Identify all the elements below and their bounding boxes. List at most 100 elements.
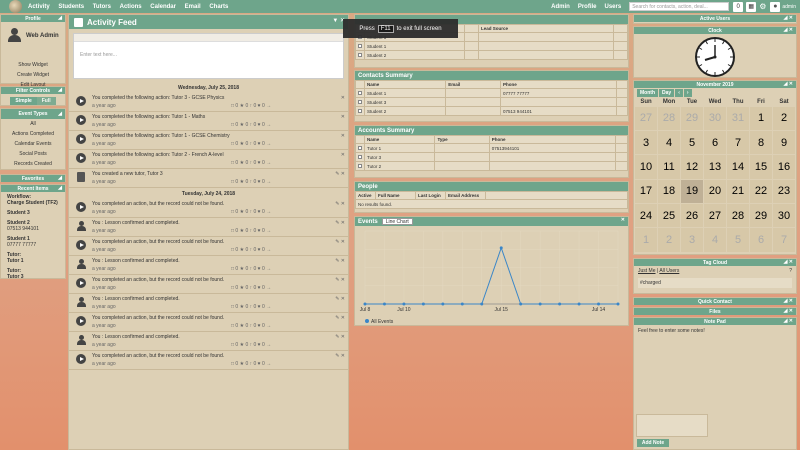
edit-delete-icons[interactable]: ✎ ✕ xyxy=(335,296,345,302)
note-input[interactable] xyxy=(636,414,708,437)
entry-actions[interactable]: □ 0 ★ 0 ↑ 0 ♥ 0 → xyxy=(231,304,271,310)
calendar-day[interactable]: 29 xyxy=(680,105,704,131)
calendar-day[interactable]: 18 xyxy=(657,178,681,205)
recent-item[interactable]: Tutor: Tutor 1 xyxy=(1,250,65,266)
feed-entry[interactable]: You completed the following action: Tuto… xyxy=(69,93,348,112)
nav-tutors[interactable]: Tutors xyxy=(93,4,111,10)
nav-profile[interactable]: Profile xyxy=(578,4,597,10)
entry-actions[interactable]: □ 0 ★ 0 ↑ 0 ♥ 0 → xyxy=(231,209,271,215)
calendar-day[interactable]: 24 xyxy=(634,203,658,229)
feed-entry[interactable]: You completed an action, but the record … xyxy=(69,313,348,332)
calendar-day[interactable]: 1 xyxy=(749,105,773,131)
simple-filter-button[interactable]: Simple xyxy=(10,97,37,105)
calendar-day[interactable]: 4 xyxy=(703,227,727,253)
event-type-social-posts[interactable]: Social Posts xyxy=(1,149,65,159)
event-type-all[interactable]: All xyxy=(1,119,65,129)
calendar-day[interactable]: 19 xyxy=(680,178,704,205)
nav-charts[interactable]: Charts xyxy=(209,4,228,10)
calendar-day[interactable]: 21 xyxy=(726,178,750,205)
calendar-day[interactable]: 27 xyxy=(703,203,727,229)
nav-email[interactable]: Email xyxy=(185,4,201,10)
calendar-day[interactable]: 1 xyxy=(634,227,658,253)
calendar-day[interactable]: 6 xyxy=(703,129,727,156)
entry-actions[interactable]: □ 0 ★ 0 ↑ 0 ♥ 0 → xyxy=(231,122,271,128)
calendar-day[interactable]: 30 xyxy=(772,203,796,229)
entry-actions[interactable]: □ 0 ★ 0 ↑ 0 ♥ 0 → xyxy=(231,266,271,272)
calendar-day[interactable]: 13 xyxy=(703,154,727,180)
table-row[interactable]: Tutor 2 xyxy=(355,161,629,171)
calendar-day[interactable]: 28 xyxy=(726,203,750,229)
delete-icon[interactable]: ✕ xyxy=(341,114,345,120)
entry-actions[interactable]: □ 0 ★ 0 ↑ 0 ♥ 0 → xyxy=(231,160,271,166)
post-composer[interactable]: Enter text here... xyxy=(73,33,344,79)
minimize-icon[interactable]: ◢ ✕ xyxy=(784,81,793,87)
calendar-day[interactable]: 2 xyxy=(772,105,796,131)
edit-delete-icons[interactable]: ✎ ✕ xyxy=(335,220,345,226)
calendar-day[interactable]: 6 xyxy=(749,227,773,253)
calendar-day[interactable]: 12 xyxy=(680,154,704,180)
feed-entry[interactable]: You completed an action, but the record … xyxy=(69,199,348,218)
calendar-day[interactable]: 2 xyxy=(657,227,681,253)
help-icon[interactable]: ? xyxy=(789,268,792,274)
edit-delete-icons[interactable]: ✎ ✕ xyxy=(335,277,345,283)
notifications-badge[interactable]: 0 xyxy=(733,1,744,12)
nav-activity[interactable]: Activity xyxy=(28,4,50,10)
calendar-day[interactable]: 5 xyxy=(680,129,704,156)
add-note-button[interactable]: Add Note xyxy=(637,439,669,447)
just-me-link[interactable]: Just Me xyxy=(638,268,656,274)
calendar-day[interactable]: 10 xyxy=(634,154,658,180)
calendar-day[interactable]: 29 xyxy=(749,203,773,229)
feed-entry[interactable]: You completed an action, but the record … xyxy=(69,237,348,256)
table-row[interactable]: Tutor 1 07513944101 xyxy=(355,143,629,153)
nav-admin[interactable]: Admin xyxy=(551,4,570,10)
table-row[interactable]: Student 1 xyxy=(355,41,628,51)
user-avatar-icon[interactable]: ● xyxy=(770,1,781,12)
calendar-day[interactable]: 11 xyxy=(657,154,681,180)
edit-delete-icons[interactable]: ✎ ✕ xyxy=(335,258,345,264)
edit-delete-icons[interactable]: ✎ ✕ xyxy=(335,334,345,340)
minimize-icon[interactable]: ◢ xyxy=(58,87,62,93)
feed-entry[interactable]: You : Lesson confirmed and completed. a y… xyxy=(69,294,348,313)
calendar-day[interactable]: 16 xyxy=(772,154,796,180)
nav-calendar[interactable]: Calendar xyxy=(150,4,176,10)
event-type-actions-completed[interactable]: Actions Completed xyxy=(1,129,65,139)
table-row[interactable]: Student 1 07777 77777 xyxy=(355,88,628,98)
recent-item[interactable]: Student 3 xyxy=(1,208,65,218)
calendar-day[interactable]: 9 xyxy=(772,129,796,156)
all-users-link[interactable]: All Users xyxy=(659,268,679,274)
search-input[interactable]: Search for contacts, action, deal... xyxy=(629,2,730,11)
minimize-icon[interactable]: ◢ ✕ xyxy=(784,15,793,21)
calendar-day[interactable]: 26 xyxy=(680,203,704,229)
feed-entry[interactable]: You completed an action, but the record … xyxy=(69,275,348,294)
edit-delete-icons[interactable]: ✎ ✕ xyxy=(335,353,345,359)
nav-users[interactable]: Users xyxy=(605,4,622,10)
table-row[interactable]: Student 2 xyxy=(355,50,628,60)
calendar-day[interactable]: 3 xyxy=(680,227,704,253)
minimize-icon[interactable]: ◢ ✕ xyxy=(784,318,793,324)
delete-icon[interactable]: ✕ xyxy=(341,152,345,158)
create-widget-link[interactable]: Create Widget xyxy=(1,70,65,80)
gear-icon[interactable]: ⚙ xyxy=(759,2,766,11)
edit-delete-icons[interactable]: ✎ ✕ xyxy=(335,239,345,245)
calendar-day[interactable]: 20 xyxy=(703,178,727,205)
calendar-day[interactable]: 28 xyxy=(657,105,681,131)
table-row[interactable]: Tutor 3 xyxy=(355,152,629,162)
calendar-day[interactable]: 4 xyxy=(657,129,681,156)
minimize-icon[interactable]: ◢ xyxy=(58,175,62,181)
tag-chip[interactable]: #charged xyxy=(638,278,792,288)
calendar-day[interactable]: 27 xyxy=(634,105,658,131)
entry-actions[interactable]: □ 0 ★ 0 ↑ 0 ♥ 0 → xyxy=(231,103,271,109)
feed-entry[interactable]: You completed an action, but the record … xyxy=(69,351,348,370)
calendar-day[interactable]: 31 xyxy=(726,105,750,131)
minimize-icon[interactable]: ◢ ✕ xyxy=(784,259,793,265)
close-icon[interactable]: ✕ xyxy=(621,217,625,223)
recent-item[interactable]: Workflow: Charge Student (TF2) xyxy=(1,192,65,208)
calendar-day[interactable]: 22 xyxy=(749,178,773,205)
table-row[interactable]: Student 2 07513 944101 xyxy=(355,106,628,116)
minimize-icon[interactable]: ◢ ✕ xyxy=(784,298,793,304)
entry-actions[interactable]: □ 0 ★ 0 ↑ 0 ♥ 0 → xyxy=(231,323,271,329)
minimize-icon[interactable]: ◢ xyxy=(58,15,62,21)
feed-entry[interactable]: You completed the following action: Tuto… xyxy=(69,131,348,150)
calendar-day[interactable]: 5 xyxy=(726,227,750,253)
delete-icon[interactable]: ✕ xyxy=(341,133,345,139)
